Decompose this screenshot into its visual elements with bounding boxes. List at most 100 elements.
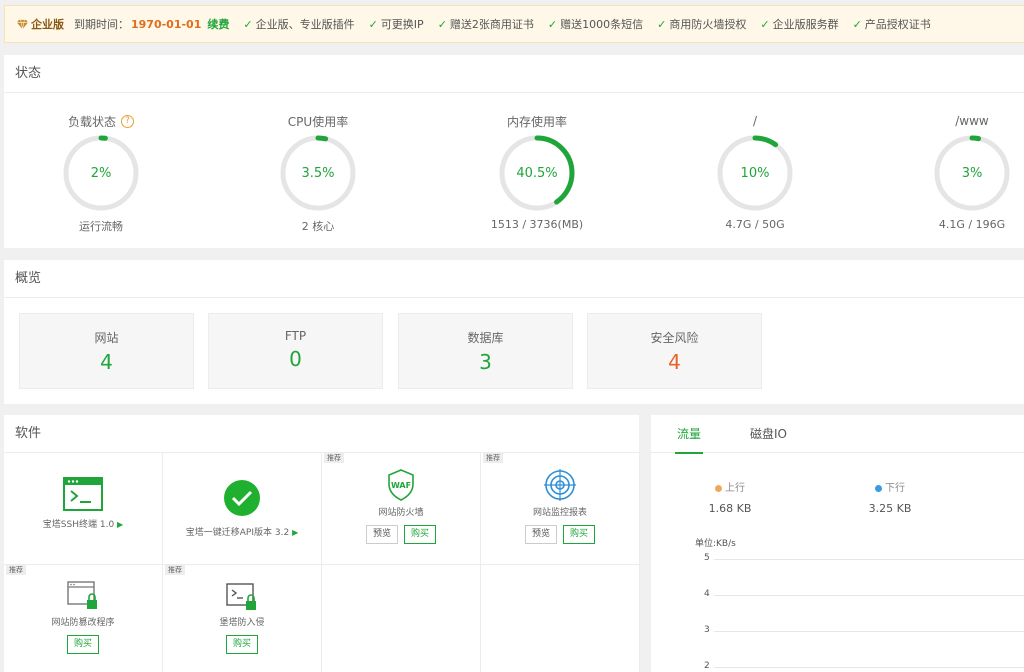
recommend-tag: 推荐 <box>165 565 185 575</box>
gauge-value: 3% <box>962 166 983 181</box>
tab-traffic[interactable]: 流量 <box>674 415 704 454</box>
status-panel: 状态 负载状态? 2% 运行流畅 CPU使用率 3.5% 2 核心 内存使用率 … <box>4 55 1024 248</box>
gauge-footer: 运行流畅 <box>79 220 123 233</box>
feature-label: 企业版、专业版插件 <box>255 18 355 31</box>
check-icon: ✓ <box>547 17 558 31</box>
feature-item: ✓ 赠送2张商用证书 <box>438 16 534 32</box>
feature-label: 赠送2张商用证书 <box>449 18 534 31</box>
expire-date: 1970-01-01 <box>131 17 202 31</box>
gauge-memory[interactable]: 内存使用率 40.5% 1513 / 3736(MB) <box>462 113 612 232</box>
preview-button[interactable]: 预览 <box>365 525 398 544</box>
software-name: 宝塔一键迁移API版本 3.2 <box>185 528 290 538</box>
gauge-cpu[interactable]: CPU使用率 3.5% 2 核心 <box>243 113 393 234</box>
buy-button[interactable]: 购买 <box>404 525 437 544</box>
software-item-tamper-proof[interactable]: 推荐 网站防篡改程序 购买 <box>4 565 163 672</box>
software-grid: 宝塔SSH终端 1.0 ▶ 宝塔一键迁移API版本 3.2 ▶ 推荐 WAF 网… <box>4 453 640 672</box>
recommend-tag: 推荐 <box>324 453 344 463</box>
card-label: 数据库 <box>467 331 504 345</box>
software-title: 软件 <box>4 415 639 453</box>
target-monitor-icon <box>544 469 576 501</box>
expire-label: 到期时间： <box>74 18 129 31</box>
check-icon: ✓ <box>760 17 770 31</box>
upstream-value: 1.68 KB <box>708 502 752 515</box>
overview-card-sites[interactable]: 网站 4 <box>19 313 194 389</box>
feature-label: 企业版服务群 <box>772 18 839 31</box>
buy-button[interactable]: 购买 <box>225 635 258 654</box>
software-item-intrusion[interactable]: 推荐 堡塔防入侵 购买 <box>163 565 322 672</box>
gauge-footer: 2 核心 <box>301 220 335 233</box>
edition-badge: 企业版 <box>17 16 64 32</box>
check-icon: ✓ <box>657 17 667 31</box>
gauge-ring: 3.5% <box>280 135 356 211</box>
renew-link[interactable]: 续费 <box>207 16 229 32</box>
gauge-ring: 3% <box>934 135 1010 211</box>
traffic-tabs: 流量 磁盘IO <box>651 415 1024 454</box>
gauge-value: 10% <box>741 166 770 181</box>
grid-line <box>714 631 1024 632</box>
recommend-tag: 推荐 <box>6 565 26 575</box>
gauge-value: 2% <box>91 166 112 181</box>
software-name: 网站监控报表 <box>532 508 587 518</box>
feature-item: ✓ 产品授权证书 <box>853 16 931 32</box>
feature-item: ✓ 企业版、专业版插件 <box>243 16 354 32</box>
card-label: 网站 <box>94 331 119 345</box>
gauge-load[interactable]: 负载状态? 2% 运行流畅 <box>26 113 176 234</box>
y-tick-label: 4 <box>704 589 710 599</box>
upstream-label: 上行 <box>725 483 745 494</box>
tab-disk-io[interactable]: 磁盘IO <box>750 415 787 453</box>
recommend-tag: 推荐 <box>483 453 503 463</box>
check-icon: ✓ <box>368 17 378 31</box>
gauge-ring: 2% <box>63 135 139 211</box>
locked-terminal-icon <box>226 583 256 610</box>
gauge-value: 40.5% <box>516 166 557 181</box>
buy-button[interactable]: 购买 <box>66 635 99 654</box>
feature-label: 可更换IP <box>380 18 424 31</box>
feature-item: ✓ 企业版服务群 <box>760 16 838 32</box>
check-icon: ✓ <box>852 17 862 31</box>
gauge-footer: 1513 / 3736(MB) <box>490 218 584 231</box>
edition-banner: 企业版 到期时间： 1970-01-01 续费 ✓ 企业版、专业版插件 ✓ 可更换I… <box>4 5 1024 43</box>
overview-card-ftp[interactable]: FTP 0 <box>208 313 383 389</box>
locked-browser-icon <box>67 581 97 609</box>
waf-icon-text: WAF <box>391 481 411 490</box>
overview-card-security-risk[interactable]: 安全风险 4 <box>587 313 762 389</box>
software-item-monitor[interactable]: 推荐 网站监控报表 预览 购买 <box>481 453 640 565</box>
grid-line <box>714 559 1024 560</box>
gauge-footer: 4.7G / 50G <box>725 218 785 231</box>
software-item-waf[interactable]: 推荐 WAF 网站防火墙 预览 购买 <box>322 453 481 565</box>
gauge-title: /www <box>955 114 989 128</box>
diamond-icon <box>17 19 28 29</box>
upstream-dot-icon <box>715 484 722 492</box>
software-item-migration[interactable]: 宝塔一键迁移API版本 3.2 ▶ <box>163 453 322 565</box>
downstream-stat: 下行 3.25 KB <box>845 479 935 515</box>
software-item-ssh[interactable]: 宝塔SSH终端 1.0 ▶ <box>4 453 163 565</box>
overview-card-database[interactable]: 数据库 3 <box>398 313 573 389</box>
play-arrow-icon: ▶ <box>292 528 299 537</box>
play-arrow-icon: ▶ <box>117 520 124 529</box>
terminal-window-icon <box>63 477 103 511</box>
gauge-title: / <box>752 114 758 128</box>
check-icon: ✓ <box>243 17 253 31</box>
overview-panel: 概览 网站 4 FTP 0 数据库 3 安全风险 4 <box>4 260 1024 404</box>
feature-item: ✓ 商用防火墙授权 <box>657 16 746 32</box>
overview-title: 概览 <box>4 260 1024 298</box>
preview-button[interactable]: 预览 <box>524 525 557 544</box>
gauge-ring: 10% <box>717 135 793 211</box>
feature-label: 产品授权证书 <box>864 18 931 31</box>
y-tick-label: 5 <box>704 553 710 563</box>
software-name: 堡塔防入侵 <box>219 618 265 628</box>
traffic-panel: 流量 磁盘IO 上行 1.68 KB 下行 3.25 KB 单位:KB/s 5 … <box>651 415 1024 672</box>
gauge-disk-root[interactable]: / 10% 4.7G / 50G <box>680 113 830 231</box>
gauge-footer: 4.1G / 196G <box>938 218 1006 231</box>
card-value: 0 <box>289 347 302 371</box>
buy-button[interactable]: 购买 <box>563 525 596 544</box>
upstream-stat: 上行 1.68 KB <box>685 479 775 515</box>
software-name: 网站防篡改程序 <box>51 618 115 628</box>
feature-label: 赠送1000条短信 <box>560 18 644 31</box>
help-icon[interactable]: ? <box>121 114 134 128</box>
downstream-label: 下行 <box>885 483 905 494</box>
card-value: 4 <box>100 350 113 374</box>
gauge-disk-www[interactable]: /www 3% 4.1G / 196G <box>897 113 1024 231</box>
gauge-value: 3.5% <box>301 166 334 181</box>
gauge-title: CPU使用率 <box>287 114 349 129</box>
